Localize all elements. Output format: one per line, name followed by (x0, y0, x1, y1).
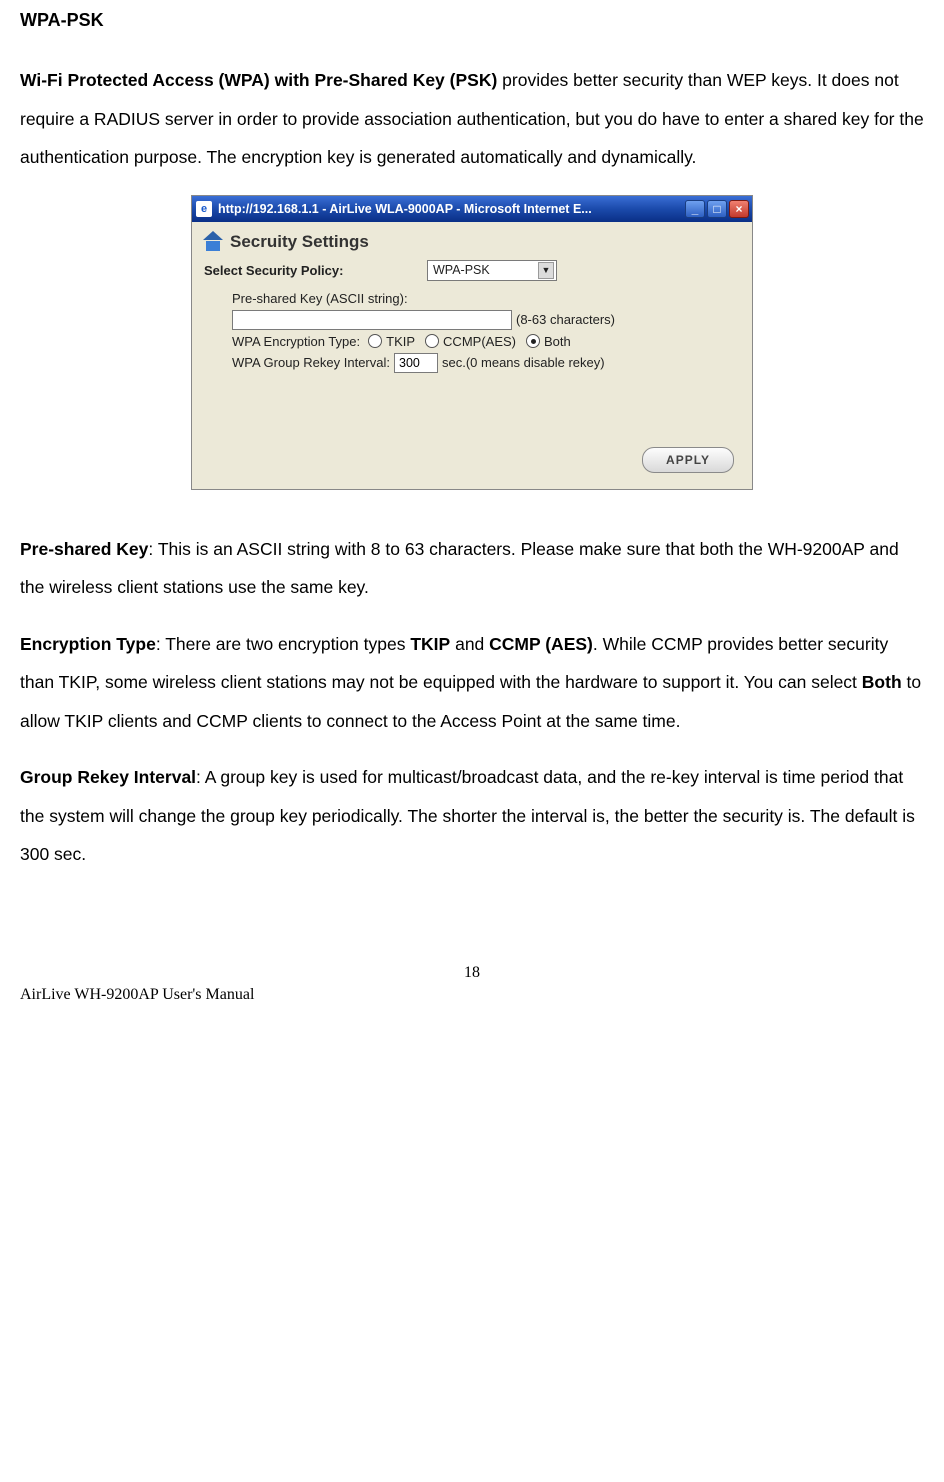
home-icon (204, 233, 224, 251)
close-button[interactable]: × (729, 200, 749, 218)
enc-mid2: and (450, 634, 489, 654)
encryption-paragraph: Encryption Type: There are two encryptio… (20, 625, 924, 741)
psk-input[interactable] (232, 310, 512, 330)
window-titlebar: e http://192.168.1.1 - AirLive WLA-9000A… (192, 196, 752, 222)
page-number: 18 (20, 964, 924, 982)
select-security-label: Select Security Policy: (204, 263, 419, 278)
radio-ccmp[interactable] (425, 334, 439, 348)
window-title-text: http://192.168.1.1 - AirLive WLA-9000AP … (218, 202, 683, 216)
apply-button[interactable]: APPLY (642, 447, 734, 473)
enc-both: Both (862, 672, 902, 692)
enc-tkip: TKIP (410, 634, 450, 654)
radio-tkip[interactable] (368, 334, 382, 348)
manual-name: AirLive WH-9200AP User's Manual (20, 986, 924, 1004)
group-rekey-paragraph: Group Rekey Interval: A group key is use… (20, 758, 924, 874)
chevron-down-icon: ▼ (538, 262, 554, 279)
rekey-label: WPA Group Rekey Interval: (232, 355, 390, 370)
rekey-row: WPA Group Rekey Interval: sec.(0 means d… (232, 353, 740, 373)
psk-label-row: Pre-shared Key (ASCII string): (232, 291, 740, 306)
section-title: WPA-PSK (20, 10, 924, 31)
form-indented-group: Pre-shared Key (ASCII string): (8-63 cha… (232, 291, 740, 373)
psk-hint: (8-63 characters) (516, 312, 615, 327)
psk-para-rest: : This is an ASCII string with 8 to 63 c… (20, 539, 899, 598)
enc-para-bold: Encryption Type (20, 634, 156, 654)
radio-ccmp-label: CCMP(AES) (443, 334, 516, 349)
radio-tkip-label: TKIP (386, 334, 415, 349)
psk-para-bold: Pre-shared Key (20, 539, 148, 559)
grp-para-bold: Group Rekey Interval (20, 767, 196, 787)
encryption-row: WPA Encryption Type: TKIP CCMP(AES) Both (232, 334, 740, 349)
encryption-type-label: WPA Encryption Type: (232, 334, 360, 349)
enc-ccmp: CCMP (AES) (489, 634, 593, 654)
intro-bold: Wi-Fi Protected Access (WPA) with Pre-Sh… (20, 70, 497, 90)
psk-input-row: (8-63 characters) (232, 310, 740, 330)
policy-row: Select Security Policy: WPA-PSK ▼ (204, 260, 740, 281)
ie-icon: e (196, 201, 212, 217)
security-dialog: e http://192.168.1.1 - AirLive WLA-9000A… (191, 195, 753, 490)
psk-paragraph: Pre-shared Key: This is an ASCII string … (20, 530, 924, 607)
rekey-input[interactable] (394, 353, 438, 373)
maximize-button[interactable]: □ (707, 200, 727, 218)
rekey-hint: sec.(0 means disable rekey) (442, 355, 605, 370)
security-policy-value: WPA-PSK (433, 263, 490, 277)
radio-both[interactable] (526, 334, 540, 348)
minimize-button[interactable]: _ (685, 200, 705, 218)
enc-mid1: : There are two encryption types (156, 634, 411, 654)
security-policy-select[interactable]: WPA-PSK ▼ (427, 260, 557, 281)
dialog-heading-row: Secruity Settings (204, 232, 740, 252)
radio-both-label: Both (544, 334, 571, 349)
psk-label: Pre-shared Key (ASCII string): (232, 291, 408, 306)
intro-paragraph: Wi-Fi Protected Access (WPA) with Pre-Sh… (20, 61, 924, 177)
dialog-heading: Secruity Settings (230, 232, 369, 252)
